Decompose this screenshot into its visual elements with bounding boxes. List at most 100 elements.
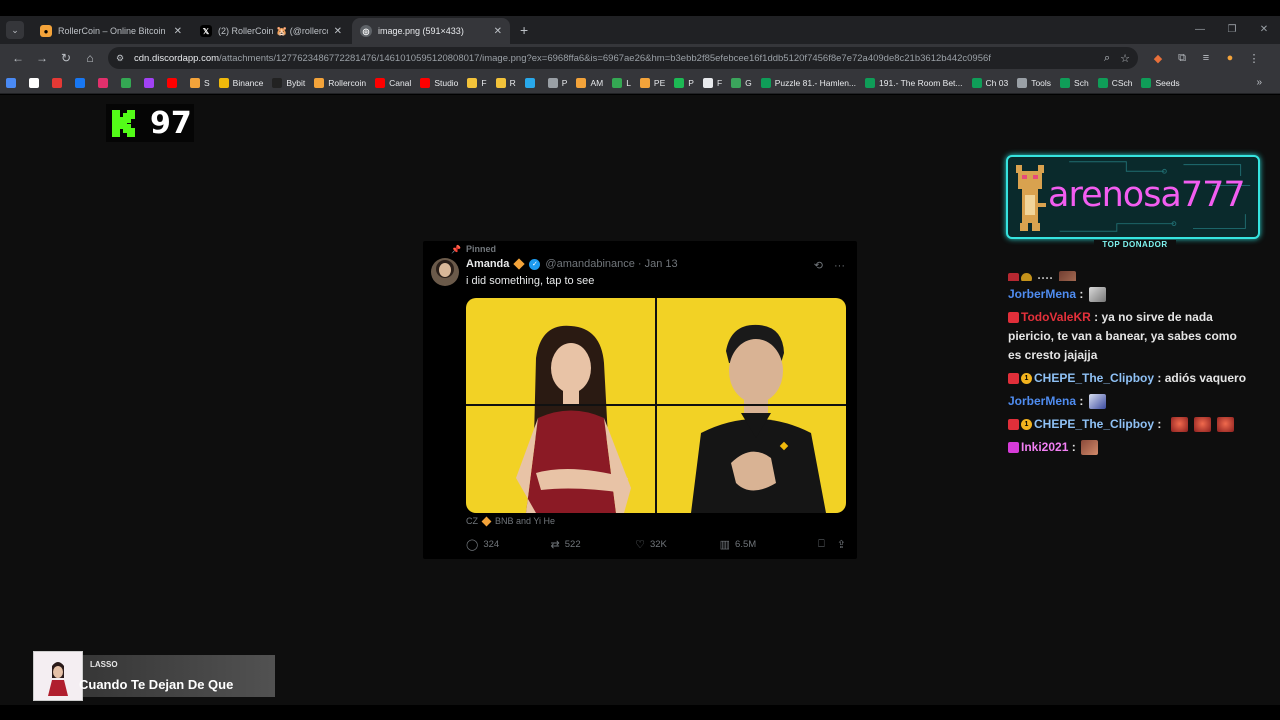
media-control-icon[interactable]: ≡ (1194, 52, 1218, 64)
chat-username[interactable]: TodoValeKR (1021, 310, 1091, 324)
caption-person-b[interactable]: BNB and Yi He (495, 516, 555, 526)
author-name[interactable]: Amanda (466, 258, 509, 270)
bookmark-item[interactable]: F (467, 77, 487, 88)
chat-username[interactable]: Inki2021 (1021, 440, 1068, 454)
tab-image[interactable]: ◎ image.png (591×433) ✕ (352, 18, 510, 44)
bookmark-favicon-icon (674, 77, 685, 88)
caption-person-a[interactable]: CZ (466, 516, 478, 526)
bookmark-item[interactable]: G (731, 77, 752, 88)
donor-name: arenosa777 (1048, 175, 1246, 215)
bookmark-item[interactable] (29, 77, 43, 88)
bookmark-item[interactable] (121, 77, 135, 88)
back-icon[interactable]: ← (6, 51, 30, 65)
forward-icon[interactable]: → (30, 51, 54, 65)
bookmark-favicon-icon (760, 77, 771, 88)
bookmark-item[interactable]: PE (639, 77, 665, 88)
repost-button[interactable]: ⇄ 522 (551, 538, 636, 551)
bookmark-item[interactable] (75, 77, 89, 88)
bookmark-icon[interactable]: ⎕ (818, 538, 825, 551)
tab-rollercoin[interactable]: ● RollerCoin – Online Bitcoin Mi ✕ (32, 18, 190, 44)
fox-extension-icon[interactable]: ◆ (1146, 52, 1170, 65)
tab-close-icon[interactable]: ✕ (334, 26, 342, 37)
profile-avatar-icon[interactable]: ● (1218, 52, 1242, 64)
bookmark-item[interactable]: Ch 03 (971, 77, 1008, 88)
bookmark-item[interactable] (144, 77, 158, 88)
bookmark-item[interactable]: R (495, 77, 516, 88)
bookmark-item[interactable]: AM (576, 77, 603, 88)
tab-search-button[interactable]: ⌄ (6, 21, 24, 39)
views-button[interactable]: ▥ 6.5M (720, 538, 807, 551)
bookmark-favicon-icon (420, 77, 431, 88)
bookmark-item[interactable] (6, 77, 20, 88)
bookmark-favicon-icon (1097, 77, 1108, 88)
tweet-card[interactable]: 📌 Pinned Amanda ✓ @amandabinance · Jan 1… (423, 241, 857, 559)
bookmark-item[interactable]: Rollercoin (314, 77, 366, 88)
tab-close-icon[interactable]: ✕ (494, 26, 502, 37)
bookmark-item[interactable]: 191.- The Room Bet... (865, 77, 963, 88)
share-icon[interactable]: ⇪ (837, 538, 846, 551)
window-close-icon[interactable]: ✕ (1248, 16, 1280, 44)
chat-username[interactable]: JorberMena (1008, 287, 1076, 301)
chat-message: 1 CHEPE_The_Clipboy : adiós vaquero (1008, 369, 1248, 388)
bookmark-item[interactable]: Puzzle 81.- Hamlen... (760, 77, 856, 88)
chat-username[interactable]: JorberMena (1008, 394, 1076, 408)
bookmark-favicon-icon (29, 77, 39, 88)
bookmark-item[interactable]: F (702, 77, 722, 88)
bookmark-item[interactable]: Binance (218, 77, 263, 88)
chat-username[interactable]: CHEPE_The_Clipboy (1034, 371, 1154, 385)
site-info-icon[interactable]: ⚙ (116, 53, 128, 64)
bookmark-favicon-icon (167, 77, 177, 88)
bookmark-item[interactable] (524, 77, 539, 88)
chat-username[interactable]: CHEPE_The_Clipboy (1034, 417, 1154, 431)
reload-icon[interactable]: ↻ (54, 51, 78, 65)
bookmark-favicon-icon (547, 77, 558, 88)
bookmark-item[interactable]: Bybit (272, 77, 305, 88)
bookmark-item[interactable]: P (547, 77, 567, 88)
bookmark-favicon-icon (190, 77, 200, 88)
x-favicon-icon: 𝕏 (200, 25, 212, 37)
maximize-icon[interactable]: ❐ (1216, 16, 1248, 44)
bookmark-item[interactable]: Tools (1017, 77, 1051, 88)
tab-close-icon[interactable]: ✕ (174, 26, 182, 37)
minimize-icon[interactable]: — (1184, 16, 1216, 44)
tab-x-rollercoin[interactable]: 𝕏 (2) RollerCoin 🐹 (@rollercoin_ ✕ (192, 18, 350, 44)
bookmarks-overflow-icon[interactable]: » (1256, 77, 1262, 88)
home-icon[interactable]: ⌂ (78, 51, 102, 65)
tweet-image[interactable] (466, 298, 846, 513)
bookmark-item[interactable]: P (674, 77, 694, 88)
bookmark-item[interactable]: S (190, 77, 210, 88)
chat-separator: : (1090, 310, 1102, 324)
bookmark-item[interactable]: Canal (375, 77, 411, 88)
chat-emote-icon (1170, 417, 1188, 433)
bookmark-label: R (509, 77, 516, 88)
zoom-icon[interactable]: ⌕ (1104, 52, 1110, 65)
author-handle[interactable]: @amandabinance · Jan 13 (545, 258, 677, 270)
tab-title: image.png (591×433) (378, 26, 464, 36)
bookmark-item[interactable] (167, 77, 181, 88)
kick-viewer-counter: 97 (106, 104, 194, 142)
more-options-icon[interactable]: ··· (834, 260, 845, 272)
browser-menu-icon[interactable]: ⋮ (1242, 52, 1266, 65)
bookmark-item[interactable] (98, 77, 112, 88)
bookmark-favicon-icon (98, 77, 108, 88)
globe-favicon-icon: ◎ (360, 25, 372, 37)
extensions-puzzle-icon[interactable]: ⧉ (1170, 52, 1194, 65)
screen-top-border (0, 0, 1280, 16)
man-figure (691, 324, 826, 513)
reply-button[interactable]: ◯ 324 (466, 538, 551, 551)
address-bar[interactable]: ⚙ cdn.discordapp.com /attachments/127762… (108, 47, 1138, 69)
new-tab-icon[interactable]: + (520, 22, 528, 38)
bookmark-favicon-icon (467, 77, 478, 88)
bookmark-item[interactable] (52, 77, 66, 88)
bookmark-item[interactable]: Sch (1060, 77, 1089, 88)
like-button[interactable]: ♡ 32K (635, 538, 720, 551)
grok-icon[interactable]: ⟲ (814, 260, 823, 272)
bookmark-star-icon[interactable]: ☆ (1120, 52, 1130, 65)
avatar[interactable] (431, 258, 459, 286)
bookmark-item[interactable]: L (612, 77, 631, 88)
bookmark-item[interactable]: Seeds (1141, 77, 1180, 88)
bookmark-favicon-icon (218, 77, 229, 88)
bookmark-item[interactable]: Studio (420, 77, 458, 88)
tab-title: (2) RollerCoin 🐹 (@rollercoin_ (218, 25, 328, 36)
bookmark-item[interactable]: CSch (1097, 77, 1132, 88)
